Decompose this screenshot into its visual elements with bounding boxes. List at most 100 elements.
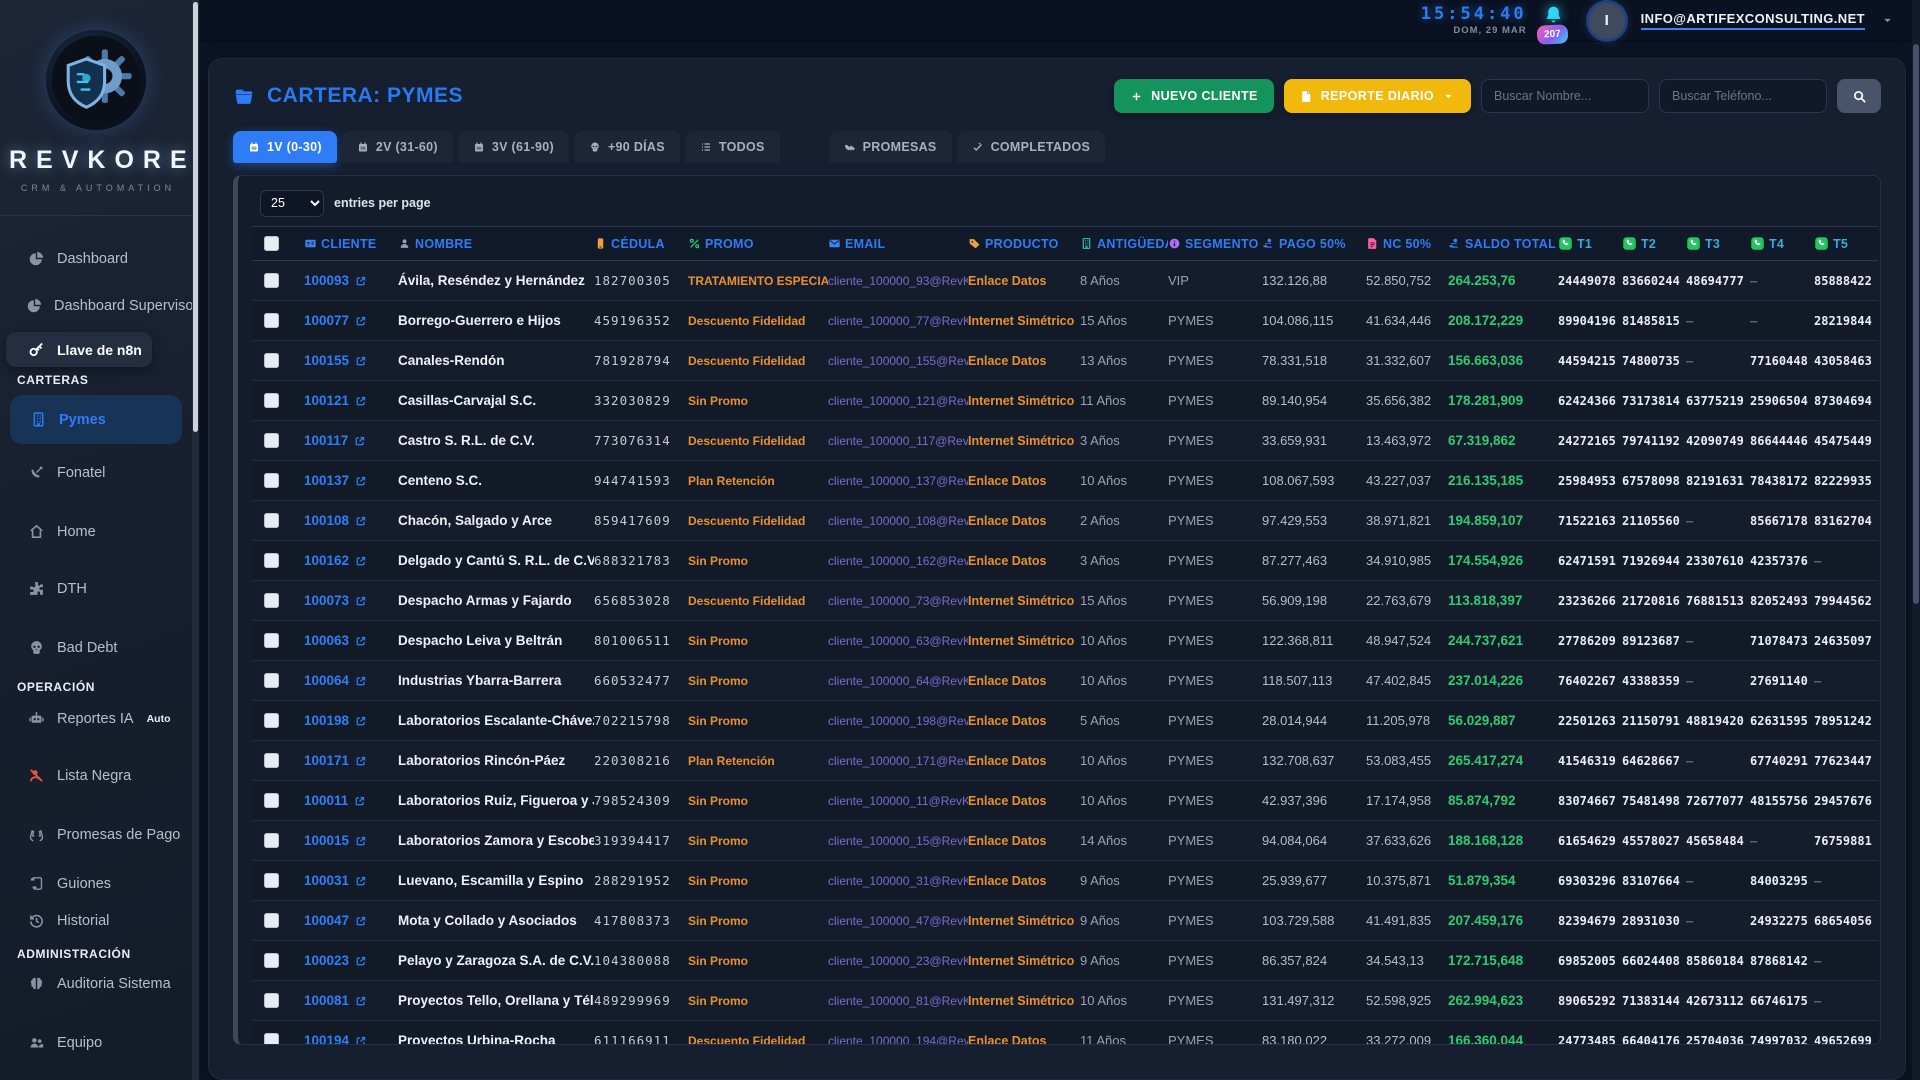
column-header-producto[interactable]: PRODUCTO: [968, 227, 1080, 261]
client-email-link[interactable]: cliente_100000_93@RevKore...: [828, 274, 968, 288]
client-id-link[interactable]: 100155: [304, 353, 392, 368]
client-email-link[interactable]: cliente_100000_137@RevKor...: [828, 474, 968, 488]
column-header-saldo-total[interactable]: SALDO TOTAL: [1448, 227, 1558, 261]
client-id-link[interactable]: 100137: [304, 473, 392, 488]
client-email-link[interactable]: cliente_100000_23@RevKore...: [828, 954, 968, 968]
column-header-nc-50[interactable]: NC 50%: [1366, 227, 1448, 261]
row-checkbox[interactable]: [264, 633, 279, 648]
sidebar-item-llave-de-n8n[interactable]: Llave de n8n: [6, 332, 152, 367]
sidebar-item-dashboard-supervisor[interactable]: Dashboard Supervisor: [0, 291, 192, 320]
client-id-link[interactable]: 100117: [304, 433, 392, 448]
client-id-link[interactable]: 100081: [304, 993, 392, 1008]
row-checkbox[interactable]: [264, 673, 279, 688]
client-id-link[interactable]: 100198: [304, 713, 392, 728]
tab-promesas[interactable]: PROMESAS: [829, 131, 952, 163]
row-checkbox[interactable]: [264, 313, 279, 328]
client-email-link[interactable]: cliente_100000_11@RevKore...: [828, 794, 968, 808]
row-checkbox[interactable]: [264, 433, 279, 448]
row-checkbox[interactable]: [264, 873, 279, 888]
tab-todos[interactable]: TODOS: [685, 131, 780, 163]
client-id-link[interactable]: 100015: [304, 833, 392, 848]
tab-1v-0-30[interactable]: 1V (0-30): [233, 131, 337, 163]
search-phone-input[interactable]: [1659, 79, 1827, 113]
client-id-link[interactable]: 100108: [304, 513, 392, 528]
client-email-link[interactable]: cliente_100000_77@RevKore...: [828, 314, 968, 328]
sidebar-item-pymes[interactable]: Pymes: [10, 395, 182, 444]
client-email-link[interactable]: cliente_100000_194@RevKor...: [828, 1034, 968, 1046]
tab-completados[interactable]: COMPLETADOS: [957, 131, 1106, 163]
row-checkbox[interactable]: [264, 473, 279, 488]
avatar[interactable]: I: [1589, 3, 1625, 39]
client-id-link[interactable]: 100063: [304, 633, 392, 648]
client-email-link[interactable]: cliente_100000_73@RevKore...: [828, 594, 968, 608]
sidebar-scrollbar[interactable]: [192, 0, 199, 1080]
column-header-segmento[interactable]: SEGMENTO: [1168, 227, 1262, 261]
sidebar-item-dashboard[interactable]: Dashboard: [0, 244, 192, 273]
client-id-link[interactable]: 100194: [304, 1033, 392, 1045]
client-email-link[interactable]: cliente_100000_15@RevKore...: [828, 834, 968, 848]
client-email-link[interactable]: cliente_100000_47@RevKore...: [828, 914, 968, 928]
client-id-link[interactable]: 100171: [304, 753, 392, 768]
client-id-link[interactable]: 100047: [304, 913, 392, 928]
column-header-cliente[interactable]: CLIENTE: [304, 227, 398, 261]
client-email-link[interactable]: cliente_100000_121@RevKor...: [828, 394, 968, 408]
sidebar-item-dth[interactable]: DTH: [0, 574, 192, 603]
row-checkbox[interactable]: [264, 793, 279, 808]
column-header-t4[interactable]: T4: [1750, 227, 1814, 261]
row-checkbox[interactable]: [264, 913, 279, 928]
column-header-promo[interactable]: PROMO: [688, 227, 828, 261]
tab-2v-31-60[interactable]: 2V (31-60): [342, 131, 453, 163]
client-id-link[interactable]: 100093: [304, 273, 392, 288]
client-id-link[interactable]: 100121: [304, 393, 392, 408]
row-checkbox[interactable]: [264, 513, 279, 528]
row-checkbox[interactable]: [264, 593, 279, 608]
row-checkbox[interactable]: [264, 553, 279, 568]
client-email-link[interactable]: cliente_100000_171@RevKor...: [828, 754, 968, 768]
column-header-t2[interactable]: T2: [1622, 227, 1686, 261]
search-name-input[interactable]: [1481, 79, 1649, 113]
account-email[interactable]: INFO@ARTIFEXCONSULTING.NET: [1641, 11, 1865, 30]
client-email-link[interactable]: cliente_100000_81@RevKore...: [828, 994, 968, 1008]
column-header-pago-50[interactable]: PAGO 50%: [1262, 227, 1366, 261]
row-checkbox[interactable]: [264, 833, 279, 848]
column-header-t5[interactable]: T5: [1814, 227, 1878, 261]
client-id-link[interactable]: 100011: [304, 793, 392, 808]
sidebar-item-auditoria-sistema[interactable]: Auditoria Sistema: [0, 969, 192, 998]
column-header-cedula[interactable]: CÉDULA: [594, 227, 688, 261]
row-checkbox[interactable]: [264, 713, 279, 728]
sidebar-item-bad-debt[interactable]: Bad Debt: [0, 633, 192, 662]
tab-3v-61-90[interactable]: 3V (61-90): [458, 131, 569, 163]
client-email-link[interactable]: cliente_100000_198@RevKor...: [828, 714, 968, 728]
sidebar-item-guiones[interactable]: Guiones: [0, 869, 192, 898]
client-id-link[interactable]: 100077: [304, 313, 392, 328]
row-checkbox[interactable]: [264, 993, 279, 1008]
client-id-link[interactable]: 100073: [304, 593, 392, 608]
tab-90-dias[interactable]: +90 DÍAS: [574, 131, 680, 163]
client-id-link[interactable]: 100064: [304, 673, 392, 688]
column-header-antiguedad[interactable]: ANTIGÜEDAD: [1080, 227, 1168, 261]
client-email-link[interactable]: cliente_100000_162@RevKor...: [828, 554, 968, 568]
sidebar-item-reportes-ia[interactable]: Reportes IAAuto: [0, 704, 192, 733]
select-all-checkbox[interactable]: [264, 236, 279, 251]
client-email-link[interactable]: cliente_100000_64@RevKore...: [828, 674, 968, 688]
page-size-select[interactable]: 25: [260, 190, 324, 217]
column-header-t3[interactable]: T3: [1686, 227, 1750, 261]
client-email-link[interactable]: cliente_100000_117@RevKor...: [828, 434, 968, 448]
client-id-link[interactable]: 100162: [304, 553, 392, 568]
column-header-email[interactable]: EMAIL: [828, 227, 968, 261]
row-checkbox[interactable]: [264, 953, 279, 968]
row-checkbox[interactable]: [264, 273, 279, 288]
row-checkbox[interactable]: [264, 393, 279, 408]
row-checkbox[interactable]: [264, 353, 279, 368]
daily-report-button[interactable]: REPORTE DIARIO: [1284, 79, 1471, 113]
chevron-down-icon[interactable]: [1881, 14, 1894, 27]
client-email-link[interactable]: cliente_100000_63@RevKore...: [828, 634, 968, 648]
sidebar-item-fonatel[interactable]: Fonatel: [0, 458, 192, 487]
column-header-nombre[interactable]: NOMBRE: [398, 227, 594, 261]
column-header-t1[interactable]: T1: [1558, 227, 1622, 261]
new-client-button[interactable]: NUEVO CLIENTE: [1114, 79, 1274, 113]
client-id-link[interactable]: 100023: [304, 953, 392, 968]
sidebar-item-promesas-de-pago[interactable]: Promesas de Pago: [0, 820, 192, 849]
client-email-link[interactable]: cliente_100000_108@RevKor...: [828, 514, 968, 528]
client-email-link[interactable]: cliente_100000_31@RevKore...: [828, 874, 968, 888]
